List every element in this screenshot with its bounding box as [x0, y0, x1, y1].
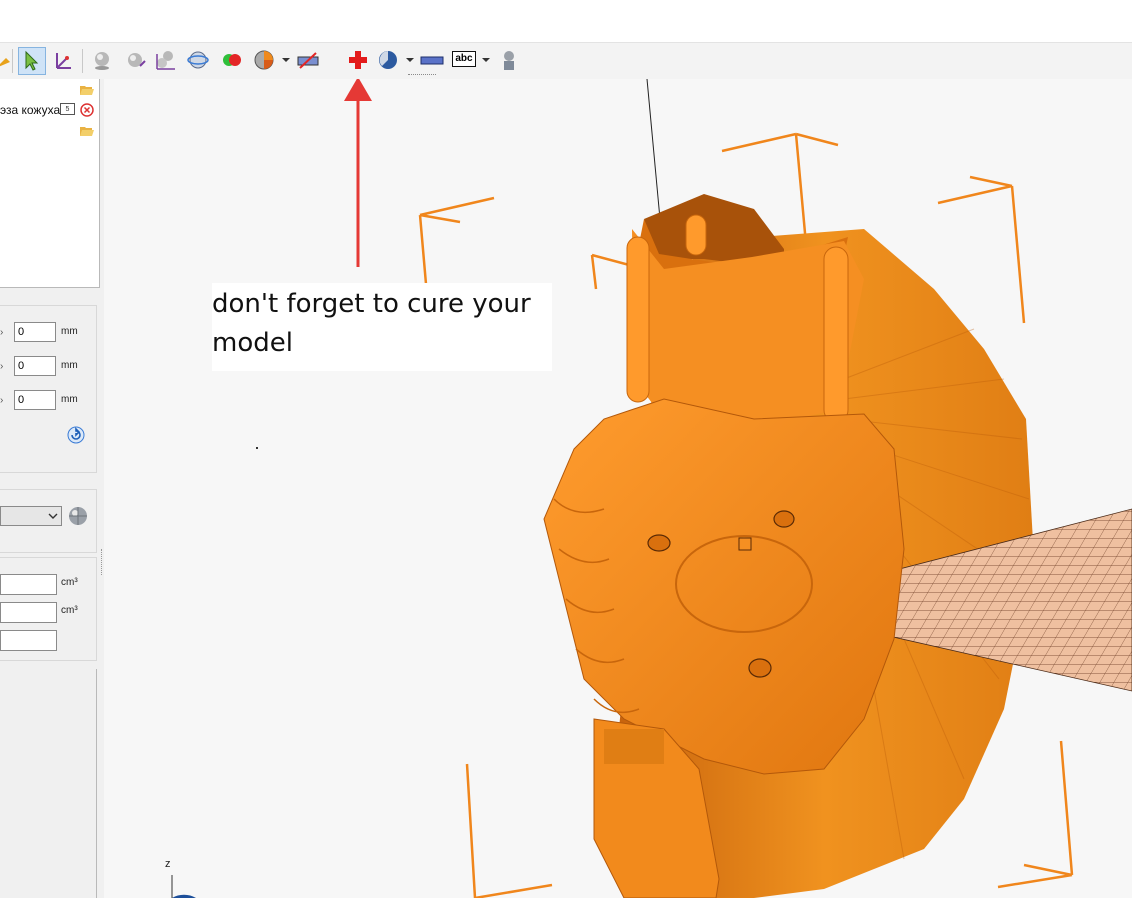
left-panel: эза кожуха 5 › mm › mm › mm: [0, 79, 104, 898]
toolbar-grip: [408, 74, 436, 78]
unit-label: mm: [61, 326, 78, 337]
model-head: [543, 398, 905, 775]
folder-open-icon[interactable]: [80, 83, 94, 101]
folder-open-icon[interactable]: [80, 124, 94, 142]
top-blank-strip: [0, 0, 1132, 42]
3d-viewport[interactable]: [104, 79, 1132, 898]
axis-line: [646, 79, 661, 220]
chevron-right-icon: ›: [0, 395, 4, 406]
position-z-input[interactable]: [14, 390, 56, 410]
extra-input[interactable]: [0, 630, 57, 651]
axis-icon[interactable]: [51, 48, 75, 72]
toolbar-separator: [82, 49, 83, 73]
spheres-icon[interactable]: [154, 48, 178, 72]
view-icon[interactable]: [377, 48, 401, 72]
text-abc-icon[interactable]: abc: [452, 48, 478, 72]
model-neck-band: [604, 729, 664, 764]
annotation-arrow: [344, 79, 372, 267]
unit-label: cm³: [61, 605, 78, 616]
annotation-line-2: model: [212, 328, 293, 358]
volume-input[interactable]: [0, 574, 57, 595]
chevron-down-icon[interactable]: [282, 58, 290, 62]
dot: [256, 447, 258, 449]
material-select[interactable]: [0, 506, 62, 526]
move-icon[interactable]: [0, 48, 16, 72]
object-tree: эза кожуха 5: [0, 79, 100, 288]
pie-icon[interactable]: [252, 48, 276, 72]
color-spheres-icon[interactable]: [220, 48, 244, 72]
material-group: [0, 489, 97, 553]
volume-group: cm³ cm³: [0, 557, 97, 661]
unit-label: mm: [61, 360, 78, 371]
annotation-note: don't forget to cure your model: [212, 283, 552, 371]
tree-item-label[interactable]: эза кожуха: [0, 103, 60, 117]
z-axis-label: z: [165, 858, 171, 870]
lower-panel: [0, 669, 97, 898]
chevron-down-icon: [48, 513, 58, 519]
sphere-icon[interactable]: [90, 48, 114, 72]
ruler-icon[interactable]: [420, 48, 444, 72]
sphere-rotate-icon[interactable]: [124, 48, 148, 72]
annotation-line-1: don't forget to cure your: [212, 289, 531, 319]
chevron-down-icon[interactable]: [482, 58, 490, 62]
toolbar-separator: [12, 49, 13, 73]
chevron-down-icon[interactable]: [406, 58, 414, 62]
support-volume-input[interactable]: [0, 602, 57, 623]
unit-label: mm: [61, 394, 78, 405]
close-icon[interactable]: [80, 103, 94, 122]
position-y-input[interactable]: [14, 356, 56, 376]
person-icon[interactable]: [497, 48, 521, 72]
measure-icon[interactable]: [296, 48, 320, 72]
reset-icon[interactable]: [67, 426, 85, 449]
position-x-input[interactable]: [14, 322, 56, 342]
chevron-right-icon: ›: [0, 361, 4, 372]
select-arrow-icon[interactable]: [18, 47, 46, 75]
main-toolbar: abc: [0, 42, 1132, 80]
add-support-icon[interactable]: [346, 48, 370, 72]
model-marker: [738, 537, 752, 551]
globe-icon[interactable]: [186, 48, 210, 72]
scene: [171, 79, 1132, 898]
text-abc-label: abc: [452, 51, 476, 67]
material-sphere-icon[interactable]: [66, 504, 90, 533]
unit-label: cm³: [61, 577, 78, 588]
tree-item-badge: 5: [60, 103, 75, 115]
chevron-right-icon: ›: [0, 327, 4, 338]
position-group: › mm › mm › mm: [0, 305, 97, 473]
